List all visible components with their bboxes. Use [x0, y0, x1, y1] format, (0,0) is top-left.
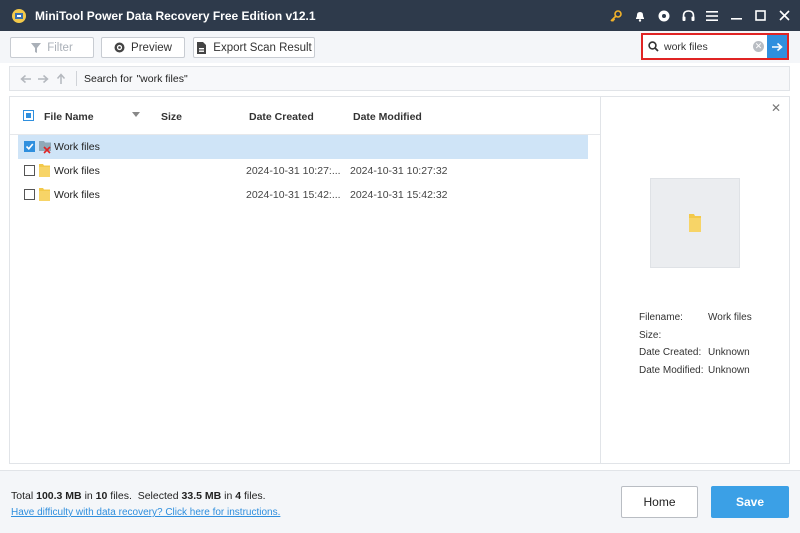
total-files-suffix: files. — [110, 490, 132, 502]
search-query-text: "work files" — [136, 72, 188, 85]
folder-icon — [689, 214, 701, 232]
search-box[interactable]: work files ✕ — [641, 33, 789, 60]
table-row[interactable]: Work files 2024-10-31 10:27:... 2024-10-… — [18, 159, 588, 183]
selected-files-count: 4 — [235, 490, 242, 502]
filter-button[interactable]: Filter — [10, 37, 94, 58]
date-modified: 2024-10-31 10:27:32 — [350, 165, 448, 177]
date-created-label: Date Created: — [639, 347, 702, 358]
size-label: Size: — [639, 330, 662, 341]
export-button-label: Export Scan Result — [213, 41, 312, 54]
filter-button-label: Filter — [47, 41, 73, 54]
date-modified-value: Unknown — [708, 365, 750, 376]
results-panel: File Name Size Date Created Date Modifie… — [9, 96, 790, 464]
total-files-count: 10 — [95, 490, 108, 502]
bell-icon[interactable] — [628, 0, 652, 31]
help-link[interactable]: Have difficulty with data recovery? Clic… — [11, 507, 280, 518]
total-prefix: Total — [11, 490, 34, 502]
eye-icon — [114, 42, 125, 53]
file-name: Work files — [54, 165, 100, 177]
minimize-icon[interactable] — [724, 0, 748, 31]
selected-in: in — [224, 490, 233, 502]
search-go-button[interactable] — [767, 35, 787, 58]
preview-thumbnail — [650, 178, 740, 268]
preview-button-label: Preview — [131, 41, 172, 54]
folder-icon — [39, 164, 50, 180]
maximize-icon[interactable] — [748, 0, 772, 31]
date-modified-label: Date Modified: — [639, 365, 704, 376]
selection-summary: Total 100.3 MB in 10 files. Selected 33.… — [11, 490, 266, 502]
select-all-checkbox[interactable] — [23, 110, 34, 121]
filename-value: Work files — [708, 312, 752, 323]
selected-size: 33.5 MB — [181, 490, 222, 502]
deleted-folder-icon — [39, 140, 52, 157]
up-arrow-icon[interactable] — [52, 70, 70, 88]
menu-icon[interactable] — [700, 0, 724, 31]
filename-label: Filename: — [639, 312, 683, 323]
total-size: 100.3 MB — [36, 490, 82, 502]
date-created: 2024-10-31 10:27:... — [246, 165, 341, 177]
preview-pane: ✕ Filename: Work files Size: Date Create… — [601, 97, 789, 463]
total-in: in — [84, 490, 93, 502]
arrow-right-icon — [771, 42, 783, 51]
date-created-value: Unknown — [708, 347, 750, 358]
home-button[interactable]: Home — [621, 486, 698, 518]
export-icon — [196, 41, 207, 54]
date-created: 2024-10-31 15:42:... — [246, 189, 341, 201]
folder-icon — [39, 188, 50, 204]
column-header-date-modified[interactable]: Date Modified — [353, 111, 422, 123]
file-name: Work files — [54, 141, 100, 153]
column-header-file-name[interactable]: File Name — [44, 111, 94, 123]
table-row[interactable]: Work files 2024-10-31 15:42:... 2024-10-… — [18, 183, 588, 207]
forward-arrow-icon[interactable] — [34, 70, 52, 88]
close-preview-icon[interactable]: ✕ — [771, 101, 781, 115]
search-icon — [648, 41, 659, 55]
disc-icon[interactable] — [652, 0, 676, 31]
row-checkbox[interactable] — [24, 189, 35, 200]
row-checkbox[interactable] — [24, 141, 35, 152]
search-for-label: Search for — [84, 72, 133, 85]
file-list-header: File Name Size Date Created Date Modifie… — [10, 97, 600, 135]
date-modified: 2024-10-31 15:42:32 — [350, 189, 448, 201]
filter-icon — [31, 42, 42, 53]
title-bar: MiniTool Power Data Recovery Free Editio… — [0, 0, 800, 31]
selected-prefix: Selected — [137, 490, 179, 502]
save-button[interactable]: Save — [711, 486, 789, 518]
nav-divider — [76, 71, 77, 86]
close-icon[interactable] — [772, 0, 796, 31]
app-title: MiniTool Power Data Recovery Free Editio… — [35, 8, 316, 23]
export-scan-result-button[interactable]: Export Scan Result — [193, 37, 315, 58]
file-name: Work files — [54, 189, 100, 201]
file-list: File Name Size Date Created Date Modifie… — [10, 97, 600, 463]
footer: Total 100.3 MB in 10 files. Selected 33.… — [0, 470, 800, 533]
row-checkbox[interactable] — [24, 165, 35, 176]
preview-button[interactable]: Preview — [101, 37, 185, 58]
clear-search-icon[interactable]: ✕ — [753, 41, 764, 52]
app-logo-icon — [12, 8, 26, 23]
navigation-bar: Search for "work files" — [9, 66, 790, 91]
back-arrow-icon[interactable] — [16, 70, 34, 88]
table-row[interactable]: Work files — [18, 135, 588, 159]
column-header-date-created[interactable]: Date Created — [249, 111, 314, 123]
sort-arrow-icon[interactable] — [132, 112, 140, 117]
search-input[interactable]: work files — [664, 41, 708, 53]
headset-icon[interactable] — [676, 0, 700, 31]
selected-files-suffix: files. — [244, 490, 266, 502]
key-icon[interactable] — [604, 0, 628, 31]
column-header-size[interactable]: Size — [161, 111, 182, 123]
